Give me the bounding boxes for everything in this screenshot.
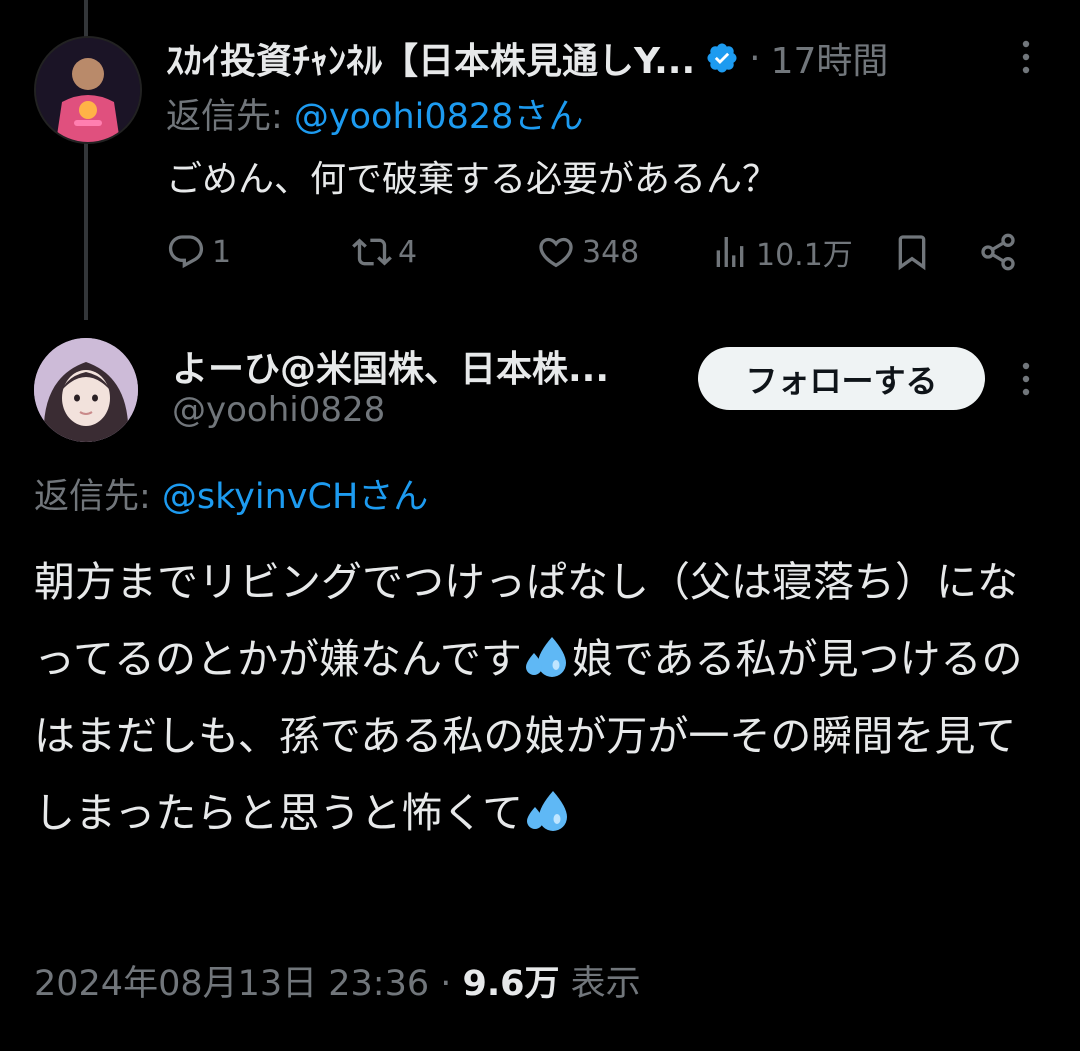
share-button[interactable]	[978, 222, 1018, 282]
reply-to-label: 返信先:	[34, 477, 162, 517]
follow-button[interactable]: フォローする	[698, 347, 985, 410]
reply-button[interactable]: 1	[166, 222, 231, 282]
tweet-timestamp[interactable]: 2024年08月13日 23:36	[34, 964, 429, 1004]
parent-tweet-text: ごめん、何で破棄する必要があるん？	[166, 159, 779, 200]
views-button[interactable]: 10.1万	[710, 222, 853, 282]
analytics-icon	[716, 237, 744, 267]
avatar[interactable]	[34, 36, 142, 144]
parent-tweet-header: ｽｶｲ投資ﾁｬﾝﾈﾙ【日本株見通しY... · 17時間	[166, 30, 888, 86]
repost-count: 4	[398, 234, 418, 270]
share-icon	[981, 233, 1015, 271]
more-options-icon[interactable]	[1016, 360, 1036, 400]
like-button[interactable]: 348	[536, 222, 639, 282]
avatar-yoohi-icon	[34, 338, 138, 442]
reply-count: 1	[212, 234, 232, 270]
reply-to-handle[interactable]: @skyinvCHさん	[162, 477, 428, 517]
bookmark-button[interactable]	[892, 222, 932, 282]
tweet-view-label: 表示	[559, 964, 641, 1004]
tweet-time[interactable]: 17時間	[771, 32, 889, 84]
reply-to-label: 返信先:	[166, 97, 294, 137]
reply-to-line: 返信先: @yoohi0828さん	[166, 88, 583, 139]
avatar[interactable]	[34, 338, 138, 442]
verified-badge-icon	[707, 43, 737, 73]
sweat-droplets-icon	[527, 791, 568, 831]
tweet-meta: 2024年08月13日 23:36 · 9.6万 表示	[34, 955, 641, 1006]
sweat-droplets-icon	[525, 637, 566, 677]
main-tweet-text: 朝方までリビングでつけっぱなし（父は寝落ち）になってるのとかが嫌なんです 娘であ…	[34, 544, 1044, 852]
main-handle[interactable]: @yoohi0828	[172, 390, 385, 430]
reply-icon	[168, 235, 204, 269]
view-count: 10.1万	[756, 238, 853, 273]
avatar-sky-channel-icon	[36, 38, 140, 142]
repost-icon	[352, 238, 392, 266]
repost-button[interactable]: 4	[352, 222, 417, 282]
main-display-name[interactable]: よーひ@米国株、日本株...	[172, 340, 609, 392]
reply-to-handle[interactable]: @yoohi0828さん	[294, 97, 584, 137]
parent-display-name[interactable]: ｽｶｲ投資ﾁｬﾝﾈﾙ【日本株見通しY...	[166, 32, 695, 84]
separator-dot: ·	[429, 964, 463, 1004]
action-bar: 1 4 348 10.1万	[166, 222, 1036, 282]
like-count: 348	[582, 234, 640, 270]
more-options-icon[interactable]	[1016, 38, 1036, 78]
heart-icon	[539, 237, 573, 268]
tweet-view-count: 9.6万	[462, 964, 560, 1004]
separator-dot: ·	[749, 37, 761, 79]
bookmark-icon	[898, 235, 926, 271]
reply-to-line: 返信先: @skyinvCHさん	[34, 468, 428, 519]
